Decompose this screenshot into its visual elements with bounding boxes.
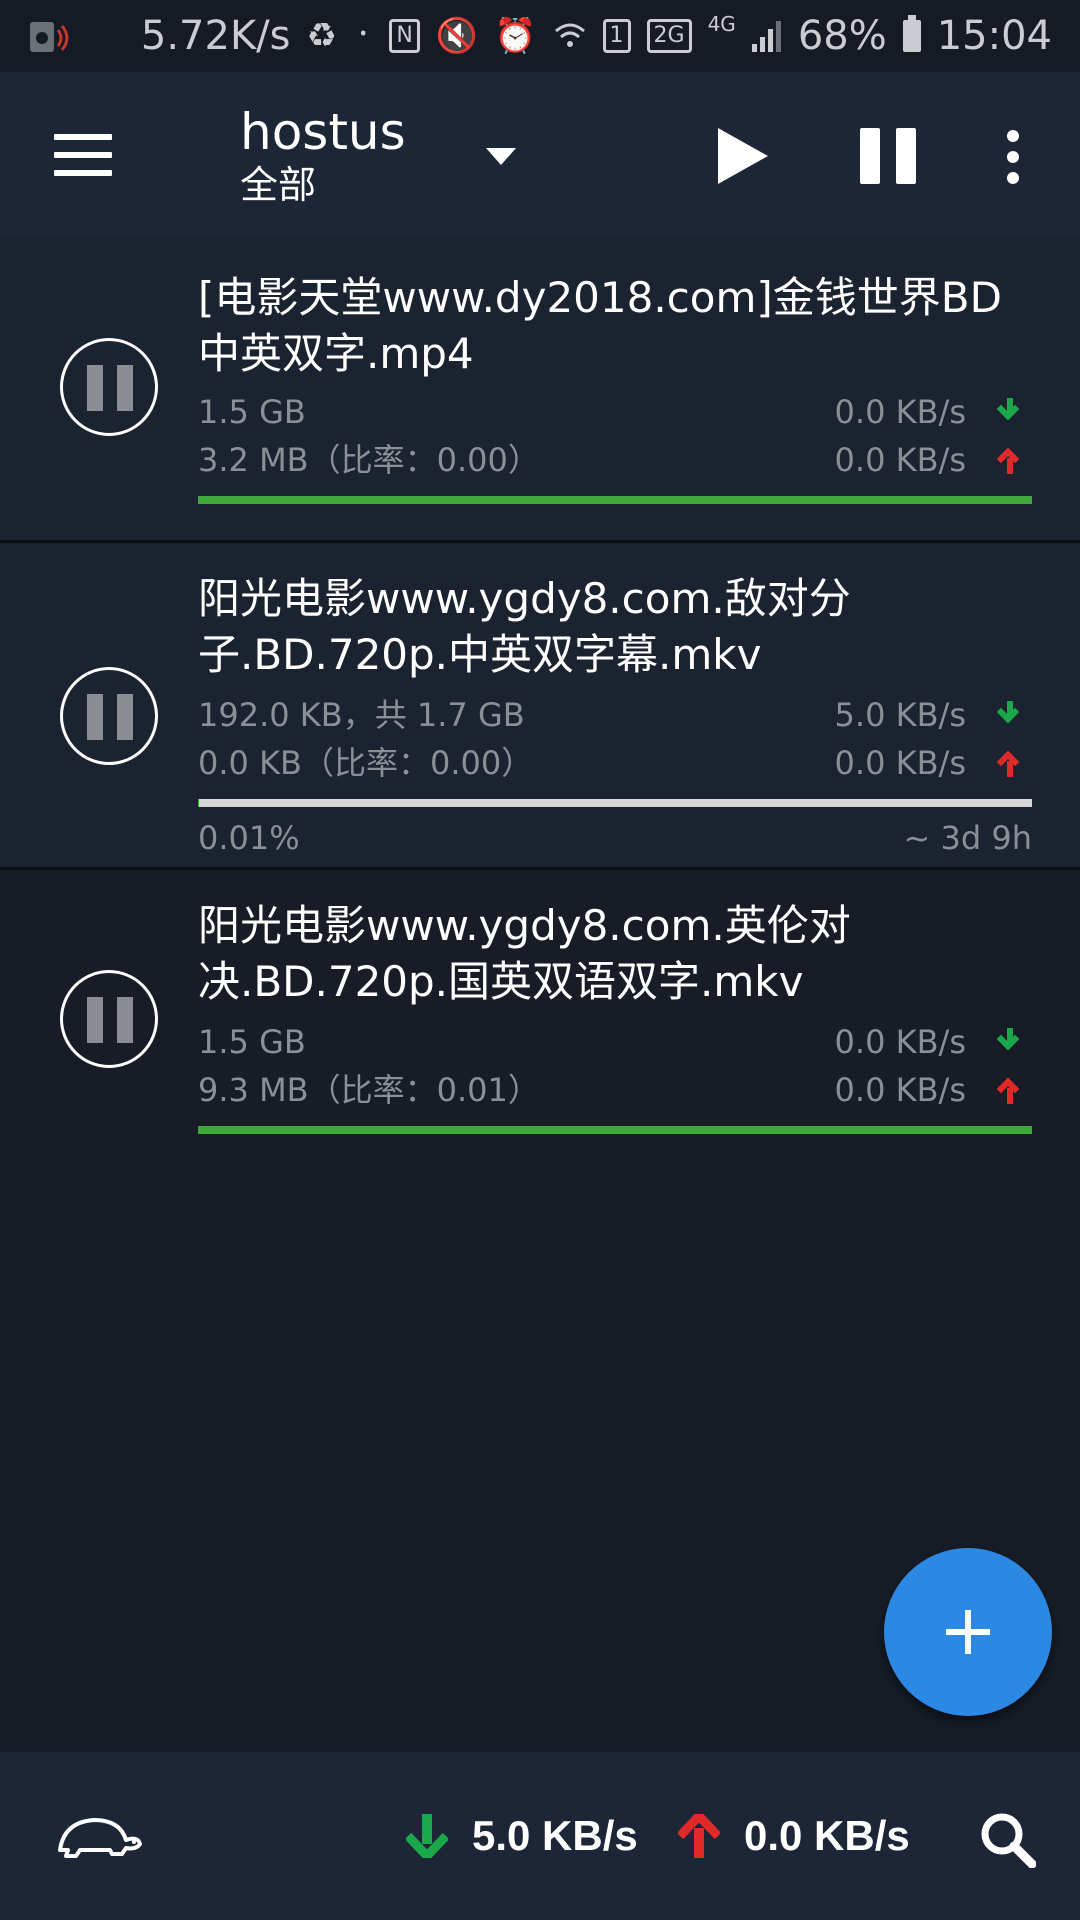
dropdown-triangle-icon[interactable]	[486, 148, 516, 165]
clock: 15:04	[936, 13, 1052, 59]
total-download-speed: 5.0 KB/s	[472, 1812, 638, 1859]
torrent-item[interactable]: [电影天堂www.dy2018.com]金钱世界BD中英双字.mp4 1.5 G…	[0, 238, 1080, 543]
total-upload-arrow-icon	[678, 1814, 720, 1858]
upload-arrow-icon	[996, 1076, 1024, 1104]
upload-speed: 0.0 KB/s	[834, 1071, 966, 1109]
status-icons: 5.72K/s ♻ ᛫ N 🔇 ⏰ 1 2G 4G 68% 15:04	[141, 0, 1052, 72]
battery-saver-icon: ♻	[306, 16, 337, 56]
filter-subtitle: 全部	[240, 163, 317, 207]
progress-bar	[198, 1126, 1032, 1134]
app-bar: hostus 全部	[0, 72, 1080, 238]
bluetooth-icon: ᛫	[352, 16, 374, 56]
percent-label: 0.01%	[198, 819, 300, 857]
download-speed: 0.0 KB/s	[834, 1023, 966, 1061]
nfc-icon: N	[389, 19, 420, 53]
torrent-size: 192.0 KB，共 1.7 GB	[198, 696, 525, 734]
torrent-size: 1.5 GB	[198, 1023, 306, 1061]
torrent-upload-row: 9.3 MB（比率：0.01） 0.0 KB/s	[198, 1066, 1032, 1114]
battery-icon	[902, 15, 921, 52]
signal-icon	[751, 21, 781, 52]
download-arrow-icon	[996, 398, 1024, 426]
torrent-size-row: 1.5 GB 0.0 KB/s	[198, 388, 1032, 436]
torrent-progress-row: 0.01% ~ 3d 9h	[198, 819, 1032, 859]
upload-speed: 0.0 KB/s	[834, 441, 966, 479]
network-4g-label: 4G	[707, 12, 736, 36]
torrent-uploaded: 9.3 MB（比率：0.01）	[198, 1071, 540, 1109]
turtle-icon[interactable]	[50, 1810, 142, 1864]
pause-circle-icon[interactable]	[60, 970, 158, 1068]
bottom-bar: 5.0 KB/s 0.0 KB/s	[0, 1752, 1080, 1920]
eta-label: ~ 3d 9h	[903, 819, 1032, 857]
torrent-uploaded: 3.2 MB（比率：0.00）	[198, 441, 540, 479]
progress-bar	[198, 496, 1032, 504]
torrent-upload-row: 3.2 MB（比率：0.00） 0.0 KB/s	[198, 436, 1032, 484]
server-title: hostus	[240, 103, 406, 161]
torrent-item[interactable]: 阳光电影www.ygdy8.com.敌对分子.BD.720p.中英双字幕.mkv…	[0, 543, 1080, 870]
pause-circle-icon[interactable]	[60, 667, 158, 765]
pause-icon[interactable]	[860, 128, 916, 184]
progress-bar	[198, 799, 1032, 807]
wifi-icon	[554, 23, 585, 47]
torrent-size-row: 192.0 KB，共 1.7 GB 5.0 KB/s	[198, 691, 1032, 739]
vibrate-icon: 🔇	[435, 16, 479, 56]
search-icon[interactable]	[980, 1812, 1036, 1868]
download-speed: 5.0 KB/s	[834, 696, 966, 734]
torrent-name: [电影天堂www.dy2018.com]金钱世界BD中英双字.mp4	[198, 273, 1002, 378]
torrent-size-row: 1.5 GB 0.0 KB/s	[198, 1018, 1032, 1066]
download-arrow-icon	[996, 701, 1024, 729]
torrent-uploaded: 0.0 KB（比率：0.00）	[198, 744, 534, 782]
status-bar: 5.72K/s ♻ ᛫ N 🔇 ⏰ 1 2G 4G 68% 15:04	[0, 0, 1080, 72]
torrent-upload-row: 0.0 KB（比率：0.00） 0.0 KB/s	[198, 739, 1032, 787]
progress-fill	[198, 496, 1032, 504]
torrent-size: 1.5 GB	[198, 393, 306, 431]
total-upload-speed: 0.0 KB/s	[744, 1812, 910, 1859]
pause-circle-icon[interactable]	[60, 338, 158, 436]
alarm-icon: ⏰	[494, 16, 537, 56]
total-download-arrow-icon	[406, 1814, 448, 1858]
upload-arrow-icon	[996, 749, 1024, 777]
more-vertical-icon[interactable]	[1004, 130, 1022, 184]
server-selector[interactable]: hostus 全部	[240, 102, 406, 208]
download-arrow-icon	[996, 1028, 1024, 1056]
network-2g-icon: 2G	[646, 19, 692, 53]
upload-arrow-icon	[996, 446, 1024, 474]
torrent-name: 阳光电影www.ygdy8.com.敌对分子.BD.720p.中英双字幕.mkv	[198, 574, 851, 679]
upload-speed: 0.0 KB/s	[834, 744, 966, 782]
screen-record-icon	[30, 22, 69, 52]
add-torrent-button[interactable]	[884, 1548, 1052, 1716]
hamburger-menu-icon[interactable]	[54, 134, 112, 176]
play-icon[interactable]	[718, 128, 768, 184]
torrent-name: 阳光电影www.ygdy8.com.英伦对决.BD.720p.国英双语双字.mk…	[198, 901, 851, 1006]
torrent-list: [电影天堂www.dy2018.com]金钱世界BD中英双字.mp4 1.5 G…	[0, 238, 1080, 1160]
sim-slot-icon: 1	[602, 19, 631, 53]
battery-percent: 68%	[797, 13, 887, 59]
torrent-item[interactable]: 阳光电影www.ygdy8.com.英伦对决.BD.720p.国英双语双字.mk…	[0, 870, 1080, 1160]
download-speed: 0.0 KB/s	[834, 393, 966, 431]
net-speed: 5.72K/s	[140, 13, 291, 59]
progress-fill	[198, 1126, 1032, 1134]
